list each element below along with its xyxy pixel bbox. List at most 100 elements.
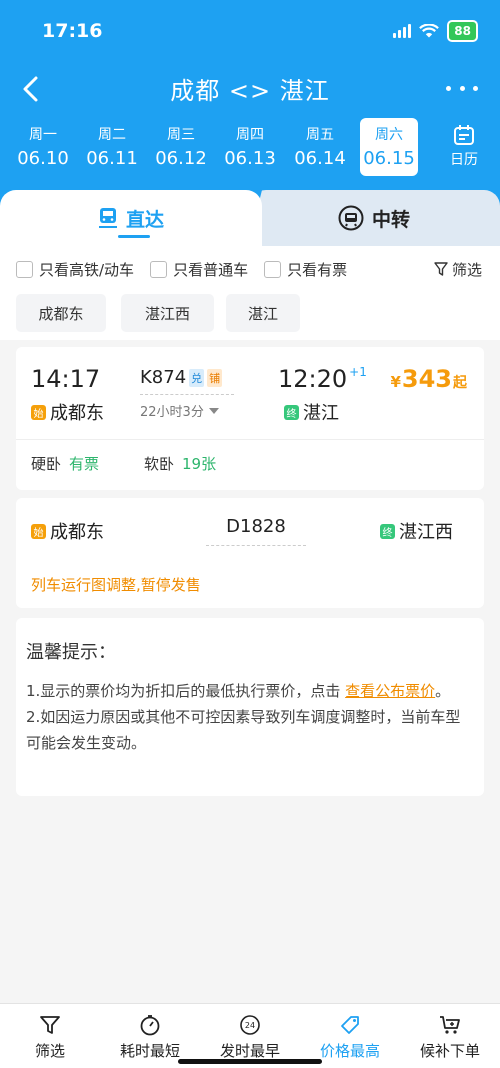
tab-transfer[interactable]: 中转	[248, 190, 500, 246]
from-station: 始成都东	[31, 518, 104, 544]
filter-row: 只看高铁/动车 只看普通车 只看有票 筛选	[0, 246, 500, 292]
seat-type: 软卧	[144, 455, 175, 473]
end-badge: 终	[380, 523, 395, 539]
cart-icon	[440, 1016, 460, 1034]
arrive-time-group: 12:20 +1	[278, 365, 367, 393]
depart-time: 14:17	[31, 365, 101, 393]
seat-status: 有票	[69, 455, 100, 473]
duration: 22小时3分	[140, 405, 204, 420]
filter-label: 筛选	[451, 260, 482, 279]
more-button[interactable]	[446, 74, 478, 102]
home-indicator	[178, 1059, 322, 1064]
checkbox-box	[150, 260, 168, 278]
station-chip[interactable]: 成都东	[16, 294, 106, 332]
duration-divider	[140, 394, 234, 395]
clock-24-icon: 24	[240, 1015, 260, 1035]
date-item[interactable]: 周五 06.14	[290, 118, 350, 176]
filter-icon	[434, 262, 448, 276]
tips-title: 温馨提示：	[26, 642, 116, 663]
seat-hard-sleeper: 硬卧 有票	[31, 453, 99, 474]
duration-toggle[interactable]: 22小时3分	[140, 401, 219, 420]
wifi-icon	[419, 24, 440, 38]
price-suffix: 起	[453, 375, 467, 391]
calendar-button[interactable]: 日历	[442, 124, 486, 169]
date-item[interactable]: 周一 06.10	[13, 118, 73, 176]
date-item-selected[interactable]: 周六 06.15	[360, 118, 418, 176]
bottom-waitlist-button[interactable]: 候补下单	[400, 1004, 500, 1068]
arrive-time: 12:20	[278, 365, 348, 393]
train-card[interactable]: 14:17 K874 兑 铺 22小时3分 12:20 +1 ¥343 起 始成都东…	[16, 347, 484, 490]
svg-text:24: 24	[245, 1021, 255, 1030]
train-card-suspended[interactable]: 始成都东 D1828 终湛江西 列车运行图调整,暂停发售	[16, 498, 484, 608]
checkbox-gaotie[interactable]: 只看高铁/动车	[16, 259, 134, 280]
checkbox-label: 只看高铁/动车	[39, 260, 135, 279]
bottom-label: 耗时最短	[119, 1042, 180, 1060]
train-icon	[98, 208, 117, 228]
exchange-tag: 兑	[189, 368, 205, 387]
tab-direct-label: 直达	[125, 208, 164, 231]
signal-icon	[393, 24, 412, 38]
date-item[interactable]: 周二 06.11	[82, 118, 142, 176]
checkbox-label: 只看普通车	[173, 260, 249, 279]
checkbox-youpiao[interactable]: 只看有票	[264, 259, 347, 280]
status-icons: 88	[393, 20, 478, 42]
route-title: 成都 <> 湛江	[170, 76, 330, 105]
view-published-price-link[interactable]: 查看公布票价	[345, 682, 435, 700]
card-divider	[16, 439, 484, 440]
tips-line1-end: 。	[435, 682, 451, 700]
price-tag-icon	[341, 1016, 359, 1034]
transfer-icon	[338, 205, 364, 231]
start-badge: 始	[31, 404, 46, 420]
calendar-label: 日历	[450, 152, 478, 168]
chevron-down-icon	[208, 407, 219, 414]
seat-status: 19张	[182, 455, 217, 473]
from-station-name: 成都东	[50, 403, 104, 424]
calendar-icon	[454, 125, 474, 145]
filter-icon	[40, 1016, 60, 1034]
start-badge: 始	[31, 523, 46, 539]
checkbox-label: 只看有票	[287, 260, 348, 279]
date-weekday: 周二	[98, 127, 126, 143]
end-badge: 终	[284, 404, 299, 420]
tips-line2: 2.如因运力原因或其他不可控因素导致列车调度调整时，当前车型可能会发生变动。	[26, 708, 461, 752]
bottom-label: 候补下单	[419, 1042, 480, 1060]
to-station: 终湛江	[284, 399, 339, 425]
station-chip[interactable]: 湛江西	[121, 294, 214, 332]
bottom-label: 价格最高	[319, 1042, 380, 1060]
station-filter-row: 成都东 湛江西 湛江	[0, 292, 500, 340]
price-value: 343	[401, 365, 452, 393]
date-day: 06.14	[294, 148, 346, 169]
bottom-filter-button[interactable]: 筛选	[0, 1004, 100, 1068]
date-item[interactable]: 周四 06.13	[220, 118, 280, 176]
nav-bar: 成都 <> 湛江	[0, 62, 500, 114]
back-button[interactable]	[18, 74, 44, 104]
checkbox-putong[interactable]: 只看普通车	[150, 259, 248, 280]
date-day: 06.12	[155, 148, 207, 169]
from-station-name: 成都东	[50, 522, 104, 543]
to-station-name: 湛江西	[399, 522, 453, 543]
date-weekday: 周三	[167, 127, 195, 143]
date-day: 06.11	[86, 148, 138, 169]
train-number: D1828	[206, 516, 306, 546]
status-time: 17:16	[42, 20, 103, 42]
date-day: 06.10	[17, 148, 69, 169]
date-item[interactable]: 周三 06.12	[151, 118, 211, 176]
header: 17:16 88 成都 <> 湛江 周一 06.10 周二 06.11 周三 06.1…	[0, 0, 500, 215]
date-weekday: 周五	[306, 127, 334, 143]
status-bar: 17:16 88	[0, 0, 500, 62]
seat-soft-sleeper: 软卧 19张	[144, 453, 216, 474]
station-chip[interactable]: 湛江	[226, 294, 300, 332]
price-symbol: ¥	[390, 373, 401, 391]
tips-line1: 1.显示的票价均为折扣后的最低执行票价，点击	[26, 682, 341, 700]
to-station: 终湛江西	[380, 518, 453, 544]
date-selector: 周一 06.10 周二 06.11 周三 06.12 周四 06.13 周五 06.14 …	[0, 118, 500, 180]
timer-icon	[140, 1015, 160, 1036]
bottom-label: 发时最早	[219, 1042, 280, 1060]
date-weekday: 周六	[375, 127, 403, 143]
train-number: K874	[140, 367, 187, 388]
to-station-name: 湛江	[303, 403, 339, 424]
seat-type: 硬卧	[31, 455, 62, 473]
filter-button[interactable]: 筛选	[434, 259, 482, 280]
route-tabs: 中转 直达	[0, 190, 500, 246]
tab-direct[interactable]: 直达	[0, 190, 262, 246]
